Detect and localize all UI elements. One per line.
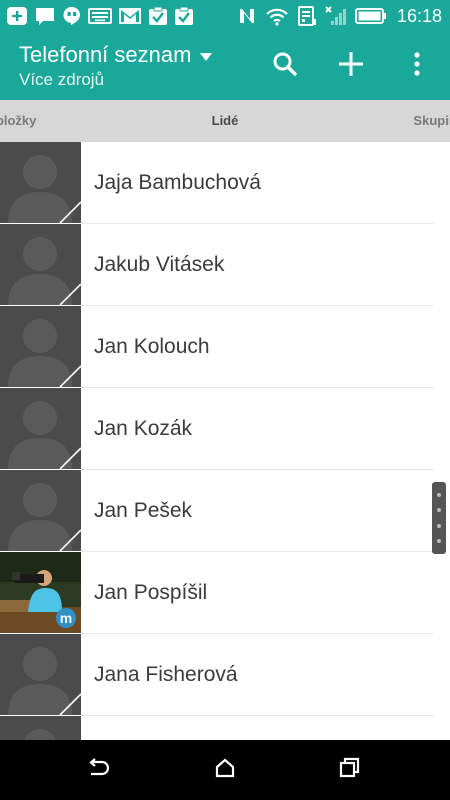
contact-row[interactable]: Jan Kozák [0, 388, 450, 470]
no-signal-icon [325, 6, 347, 26]
more-vert-icon [413, 51, 421, 82]
add-notification-icon [6, 6, 28, 26]
contact-row[interactable]: Jakub Vitásek [0, 224, 450, 306]
contact-name: Jana Kalinová [94, 716, 226, 740]
battery-icon [354, 6, 387, 26]
app-bar: Telefonní seznam Více zdrojů [0, 32, 450, 100]
fast-scroll-handle[interactable] [432, 482, 446, 554]
contact-name: Jan Kozák [94, 417, 193, 440]
home-button[interactable] [190, 740, 260, 800]
overflow-menu-button[interactable] [384, 32, 450, 100]
recent-apps-button[interactable] [315, 740, 385, 800]
contact-row[interactable]: Jana Kalinová [0, 716, 450, 740]
avatar-placeholder-icon[interactable] [0, 306, 81, 387]
contact-row[interactable]: Jana Fisherová [0, 634, 450, 716]
back-icon [87, 757, 111, 783]
tab-groups[interactable]: Skupiny [413, 100, 450, 142]
contact-name: Jan Kolouch [94, 335, 210, 358]
notification-icons [6, 5, 194, 27]
avatar-placeholder-icon[interactable] [0, 142, 81, 223]
chat-icon [34, 6, 56, 26]
page-subtitle: Více zdrojů [19, 70, 105, 89]
dropdown-arrow-icon [199, 42, 213, 68]
keyboard-icon [88, 6, 112, 26]
avatar-placeholder-icon[interactable] [0, 388, 81, 469]
avatar-placeholder-icon[interactable] [0, 470, 81, 551]
tab-people[interactable]: Lidé [0, 100, 450, 142]
system-icons: 16:18 [237, 5, 442, 27]
avatar-placeholder-icon[interactable] [0, 634, 81, 715]
page-title: Telefonní seznam [19, 42, 192, 67]
contact-name: Jan Pospíšil [94, 581, 208, 604]
wifi-icon [265, 6, 289, 26]
contact-row[interactable]: Jaja Bambuchová [0, 142, 450, 224]
avatar-placeholder-icon[interactable] [0, 224, 81, 305]
contact-row[interactable]: Jan Pešek [0, 470, 450, 552]
gmail-icon [118, 6, 142, 26]
back-button[interactable] [64, 740, 134, 800]
contact-name: Jana Fisherová [94, 663, 238, 686]
recent-apps-icon [339, 757, 361, 784]
home-icon [214, 758, 236, 783]
contact-row[interactable]: Jan Kolouch [0, 306, 450, 388]
search-button[interactable] [252, 32, 318, 100]
plus-icon [337, 50, 365, 83]
task-check-icon [148, 6, 168, 26]
tab-bar: položky Lidé Skupiny [0, 100, 450, 142]
data-saver-icon [297, 6, 317, 26]
contact-name: Jakub Vitásek [94, 253, 225, 276]
contact-photo[interactable]: m [0, 552, 81, 633]
svg-text:m: m [60, 610, 72, 626]
contact-name: Jan Pešek [94, 499, 193, 522]
nfc-icon [237, 6, 257, 26]
clock: 16:18 [396, 5, 442, 26]
account-dropdown[interactable]: Telefonní seznam [19, 42, 213, 68]
hangouts-icon [62, 6, 82, 26]
contact-row[interactable]: m Jan Pospíšil [0, 552, 450, 634]
task-check-icon [174, 6, 194, 26]
avatar-placeholder-icon[interactable] [0, 716, 81, 740]
contact-name: Jaja Bambuchová [94, 171, 261, 194]
status-bar: 16:18 [0, 0, 450, 32]
navigation-bar [0, 740, 450, 800]
search-icon [272, 51, 298, 82]
contact-list[interactable]: Jaja Bambuchová Jakub Vitásek Jan Kolouch J… [0, 142, 450, 740]
add-contact-button[interactable] [318, 32, 384, 100]
